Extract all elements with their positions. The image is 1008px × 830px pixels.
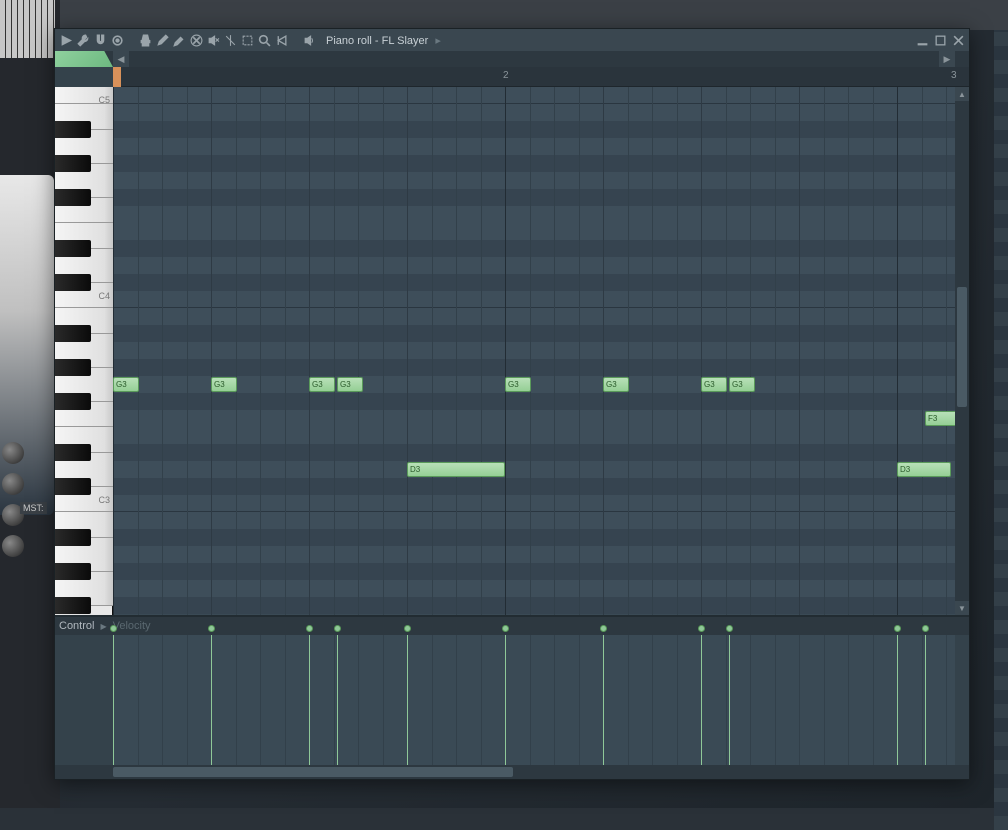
minimize-icon[interactable]	[915, 33, 929, 47]
control-header[interactable]: Control ▶ Velocity	[55, 617, 969, 635]
chevron-right-icon: ▶	[100, 622, 106, 631]
velocity-handle[interactable]	[894, 625, 901, 632]
midi-note[interactable]: G3	[603, 377, 629, 392]
audio-icon[interactable]	[302, 33, 316, 47]
select-tool-icon[interactable]	[240, 33, 254, 47]
window-title: Piano roll - FL Slayer ▸	[326, 34, 441, 47]
bar-number: 3	[951, 70, 957, 81]
tab-scroll-right-icon[interactable]: ▶	[939, 51, 955, 67]
snap-icon[interactable]	[110, 33, 124, 47]
note-grid[interactable]: G3G3G3G3D3G3G3G3G3D3F3	[113, 87, 969, 615]
tab-scroll-left-icon[interactable]: ◀	[113, 51, 129, 67]
wrench-icon[interactable]	[76, 33, 90, 47]
velocity-handle[interactable]	[600, 625, 607, 632]
playback-tool-icon[interactable]	[274, 33, 288, 47]
velocity-bar[interactable]	[729, 635, 730, 765]
velocity-bar[interactable]	[407, 635, 408, 765]
delete-tool-icon[interactable]	[189, 33, 203, 47]
velocity-handle[interactable]	[404, 625, 411, 632]
midi-note[interactable]: G3	[309, 377, 335, 392]
draw-tool-icon[interactable]	[155, 33, 169, 47]
midi-note[interactable]: G3	[701, 377, 727, 392]
paint-tool-icon[interactable]	[172, 33, 186, 47]
timeline-ruler[interactable]: 2 3	[113, 67, 969, 87]
velocity-bar[interactable]	[337, 635, 338, 765]
velocity-handle[interactable]	[726, 625, 733, 632]
velocity-handle[interactable]	[334, 625, 341, 632]
titlebar: Piano roll - FL Slayer ▸	[55, 29, 969, 51]
key-label: C4	[98, 291, 110, 301]
vertical-scroll-thumb[interactable]	[957, 287, 967, 407]
magnet-icon[interactable]	[93, 33, 107, 47]
control-label[interactable]: Control	[59, 620, 94, 632]
midi-note[interactable]: D3	[407, 462, 505, 477]
velocity-bar[interactable]	[505, 635, 506, 765]
midi-note[interactable]: G3	[505, 377, 531, 392]
velocity-bar[interactable]	[113, 635, 114, 765]
velocity-bar[interactable]	[925, 635, 926, 765]
velocity-bar[interactable]	[603, 635, 604, 765]
key-label: C3	[98, 495, 110, 505]
bar-number: 2	[503, 70, 509, 81]
velocity-bar[interactable]	[897, 635, 898, 765]
loop-start-marker[interactable]	[113, 67, 121, 87]
velocity-handle[interactable]	[110, 625, 117, 632]
velocity-handle[interactable]	[922, 625, 929, 632]
velocity-bar[interactable]	[211, 635, 212, 765]
mst-label: MST:	[20, 502, 47, 514]
close-icon[interactable]	[951, 33, 965, 47]
pattern-tab-row: ◀ ▶	[55, 51, 969, 67]
midi-note[interactable]: G3	[337, 377, 363, 392]
zoom-tool-icon[interactable]	[257, 33, 271, 47]
slice-tool-icon[interactable]	[223, 33, 237, 47]
piano-keyboard[interactable]: C5C4C3	[55, 87, 113, 615]
midi-note[interactable]: G3	[113, 377, 139, 392]
velocity-bar[interactable]	[309, 635, 310, 765]
pattern-tab[interactable]	[55, 51, 113, 67]
horizontal-scrollbar[interactable]	[55, 765, 969, 779]
velocity-editor[interactable]	[113, 635, 955, 765]
midi-note[interactable]: G3	[729, 377, 755, 392]
scroll-down-icon[interactable]: ▼	[955, 601, 969, 615]
vertical-scrollbar[interactable]: ▲ ▼	[955, 87, 969, 615]
velocity-handle[interactable]	[698, 625, 705, 632]
maximize-icon[interactable]	[933, 33, 947, 47]
control-pane: Control ▶ Velocity	[55, 615, 969, 765]
velocity-handle[interactable]	[208, 625, 215, 632]
midi-note[interactable]: G3	[211, 377, 237, 392]
control-target[interactable]: Velocity	[113, 620, 151, 632]
mute-tool-icon[interactable]	[206, 33, 220, 47]
horizontal-scroll-thumb[interactable]	[113, 767, 513, 777]
velocity-bar[interactable]	[701, 635, 702, 765]
menu-icon[interactable]	[59, 33, 73, 47]
scroll-up-icon[interactable]: ▲	[955, 87, 969, 101]
stamp-icon[interactable]	[138, 33, 152, 47]
midi-note[interactable]: D3	[897, 462, 951, 477]
velocity-handle[interactable]	[306, 625, 313, 632]
piano-roll-window: Piano roll - FL Slayer ▸ ◀ ▶ 2 3 C5C4C3 …	[54, 28, 970, 780]
velocity-handle[interactable]	[502, 625, 509, 632]
